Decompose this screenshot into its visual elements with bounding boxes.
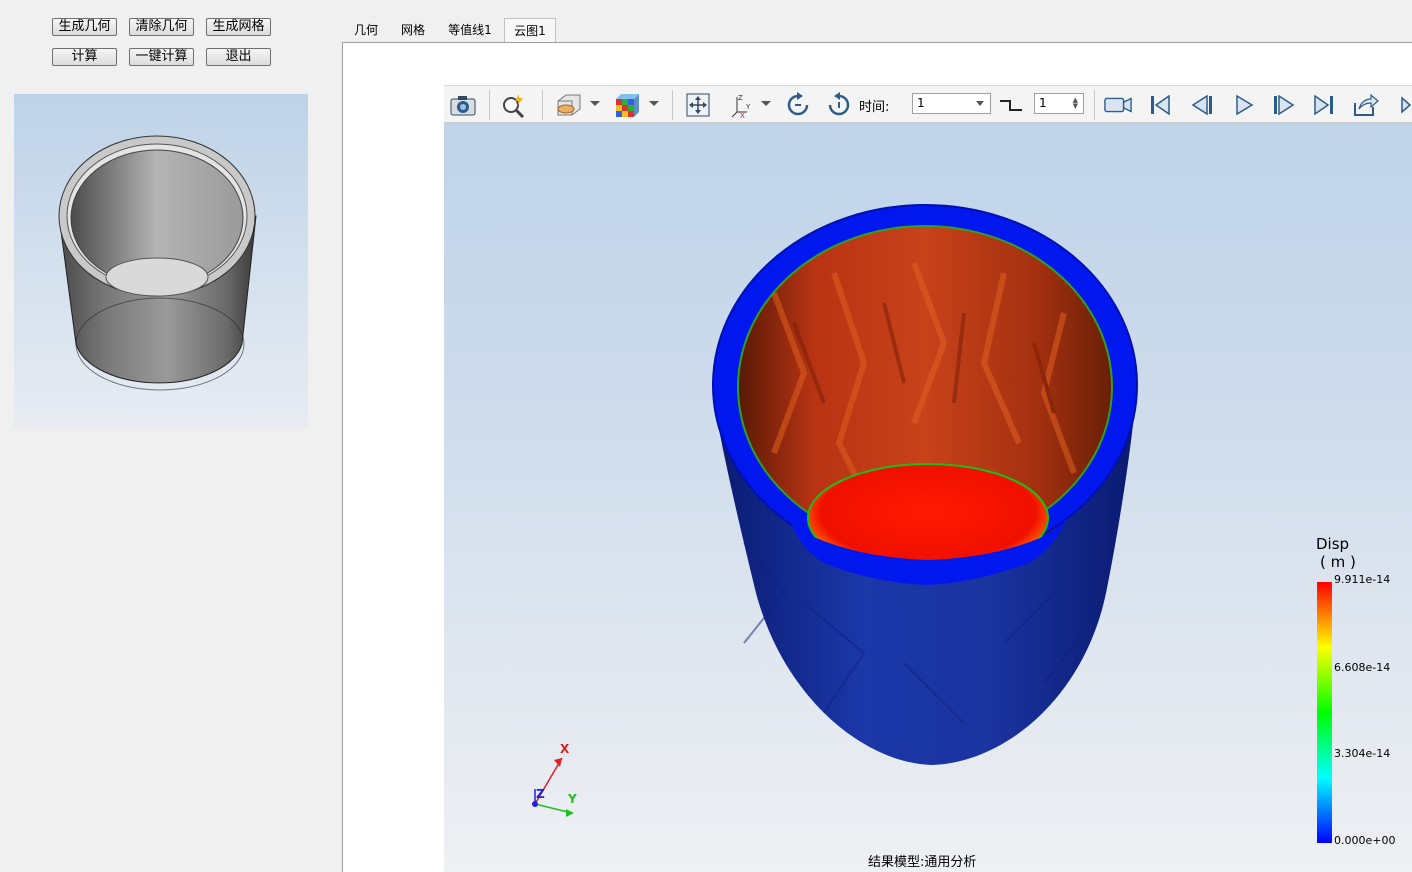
more-toolbar-icon[interactable]	[1396, 91, 1412, 119]
rotate-ccw-icon[interactable]	[825, 91, 853, 119]
legend-title: Disp	[1316, 535, 1350, 553]
legend-color-bar	[1317, 582, 1332, 843]
cylinder-geometry-icon	[58, 135, 257, 391]
legend-unit: ( m )	[1320, 553, 1356, 571]
tab-contour[interactable]: 等值线1	[442, 18, 498, 42]
generate-geometry-button[interactable]: 生成几何	[52, 18, 117, 36]
tab-cloud-map[interactable]: 云图1	[504, 18, 556, 42]
geometry-preview[interactable]	[14, 94, 308, 428]
chevron-down-icon	[976, 101, 984, 106]
time-value: 1	[917, 96, 925, 110]
step-spinbox[interactable]: 1 ▲ ▼	[1034, 93, 1084, 114]
legend-label-2: 6.608e-14	[1334, 661, 1391, 674]
next-frame-icon[interactable]	[1270, 91, 1298, 119]
3d-viewport[interactable]: X Y Z Disp ( m ) 9.911e-14 6.608e-14 3.3…	[444, 123, 1412, 872]
svg-text:X: X	[740, 112, 745, 118]
rotate-cw-icon[interactable]	[784, 91, 812, 119]
legend-label-max: 9.911e-14	[1334, 573, 1391, 586]
one-click-compute-button[interactable]: 一键计算	[129, 48, 194, 66]
axes-orientation-icon[interactable]: ZYX	[728, 91, 756, 119]
zoom-icon[interactable]	[500, 91, 528, 119]
view-toolbar: ZYX 时间: 1 1 ▲ ▼	[444, 85, 1412, 123]
generate-mesh-button[interactable]: 生成网格	[206, 18, 271, 36]
fit-view-icon[interactable]	[684, 91, 712, 119]
colormap-cube-icon[interactable]	[612, 91, 640, 119]
axis-y-label: Y	[568, 792, 577, 806]
step-icon	[997, 91, 1025, 119]
legend-label-3: 3.304e-14	[1334, 747, 1391, 760]
camera-icon[interactable]	[449, 91, 477, 119]
svg-text:Z: Z	[738, 94, 743, 102]
last-frame-icon[interactable]	[1310, 91, 1338, 119]
time-select[interactable]: 1	[912, 93, 991, 114]
first-frame-icon[interactable]	[1146, 91, 1174, 119]
clear-geometry-button[interactable]: 清除几何	[129, 18, 194, 36]
axis-x-label: X	[560, 742, 570, 756]
compute-button[interactable]: 计算	[52, 48, 117, 66]
time-label: 时间:	[859, 100, 890, 115]
axis-z-label: Z	[536, 787, 545, 801]
svg-text:Y: Y	[745, 103, 751, 111]
previous-frame-icon[interactable]	[1188, 91, 1216, 119]
export-icon[interactable]	[1352, 91, 1380, 119]
play-icon[interactable]	[1230, 91, 1258, 119]
tab-geometry[interactable]: 几何	[346, 18, 386, 42]
step-value: 1	[1039, 96, 1047, 110]
section-view-icon[interactable]	[554, 91, 582, 119]
tab-mesh[interactable]: 网格	[393, 18, 433, 42]
displacement-cloud-render	[532, 204, 1332, 843]
result-model-label: 结果模型:通用分析	[868, 855, 977, 870]
record-video-icon[interactable]	[1104, 91, 1132, 119]
spin-arrows-icon[interactable]: ▲ ▼	[1073, 97, 1078, 110]
legend-label-min: 0.000e+00	[1334, 834, 1396, 847]
exit-button[interactable]: 退出	[206, 48, 271, 66]
